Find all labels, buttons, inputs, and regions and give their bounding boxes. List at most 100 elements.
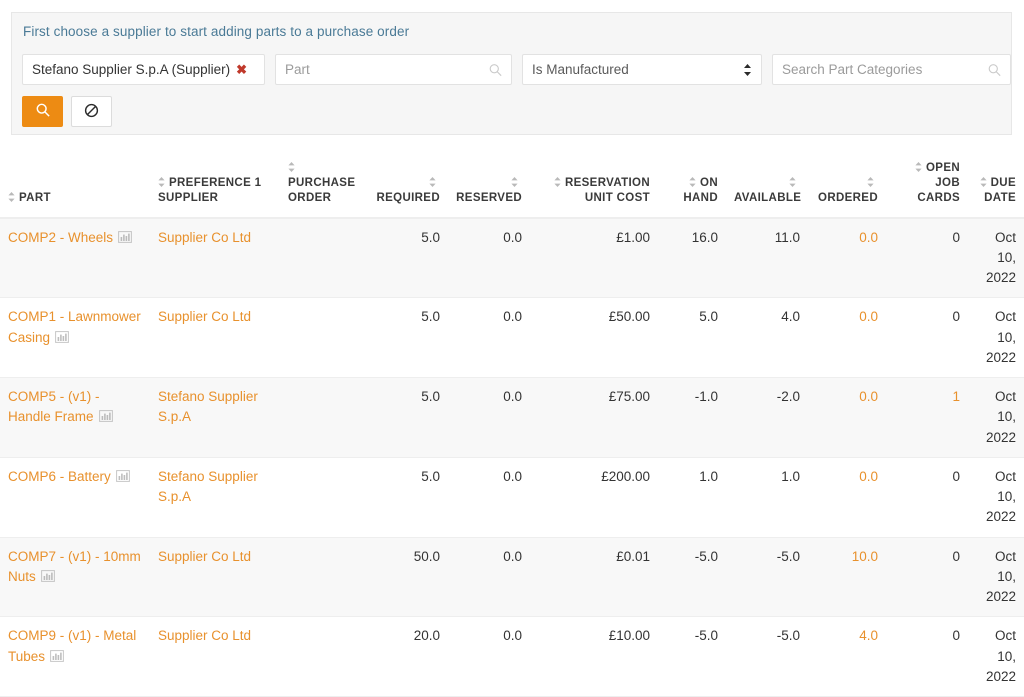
- column-header-ordered[interactable]: ORDERED: [808, 152, 886, 219]
- cell-on-hand: -1.0: [658, 377, 726, 458]
- cell-part[interactable]: COMP5 - (v1) - Handle Frame: [0, 377, 150, 458]
- cell-ordered[interactable]: 0.0: [808, 457, 886, 538]
- column-header-reservation-unit-cost[interactable]: RESERVATION UNIT COST: [530, 152, 658, 219]
- cell-preference-1-supplier[interactable]: Stefano Supplier S.p.A: [150, 457, 280, 538]
- column-header-reserved[interactable]: RESERVED: [448, 152, 530, 219]
- cell-preference-1-supplier[interactable]: Stefano Supplier S.p.A: [150, 377, 280, 458]
- cell-due-date: Oct 10, 2022: [968, 616, 1024, 697]
- cell-preference-1-supplier[interactable]: Supplier Co Ltd: [150, 537, 280, 618]
- part-input-placeholder: Part: [285, 62, 310, 77]
- chart-bar-icon[interactable]: [40, 568, 55, 582]
- part-link[interactable]: COMP7 - (v1) - 10mm Nuts: [8, 549, 141, 584]
- part-categories-search-input[interactable]: Search Part Categories: [772, 54, 1011, 85]
- column-header-preference-1-supplier[interactable]: PREFERENCE 1 SUPPLIER: [150, 152, 280, 219]
- is-manufactured-select[interactable]: Is Manufactured: [522, 54, 762, 85]
- part-link[interactable]: COMP1 - Lawnmower Casing: [8, 309, 141, 344]
- part-search-input[interactable]: Part: [275, 54, 512, 85]
- cell-part[interactable]: COMP2 - Wheels: [0, 217, 150, 299]
- part-link[interactable]: COMP6 - Battery: [8, 469, 111, 484]
- supplier-link[interactable]: Supplier Co Ltd: [158, 230, 251, 245]
- column-header-part[interactable]: PART: [0, 152, 150, 219]
- cell-purchase-order: [280, 217, 358, 299]
- supplier-link[interactable]: Stefano Supplier S.p.A: [158, 389, 258, 424]
- cell-open-job-cards[interactable]: 1: [886, 377, 968, 458]
- cell-open-job-cards[interactable]: 0: [886, 457, 968, 538]
- supplier-link[interactable]: Supplier Co Ltd: [158, 549, 251, 564]
- sort-icon: [288, 162, 295, 172]
- cell-preference-1-supplier[interactable]: Supplier Co Ltd: [150, 217, 280, 299]
- parts-table-container: PART PREFERENCE 1 SUPPLIER PURCHASE ORDE…: [0, 152, 1024, 697]
- column-header-available[interactable]: AVAILABLE: [726, 152, 808, 219]
- table-row[interactable]: COMP2 - Wheels Supplier Co Ltd 5.0 0.0 £1.00…: [0, 217, 1024, 299]
- cell-ordered[interactable]: 0.0: [808, 377, 886, 458]
- filter-hint-text: First choose a supplier to start adding …: [23, 24, 410, 39]
- cell-purchase-order: [280, 457, 358, 538]
- clear-filters-button[interactable]: [71, 96, 112, 127]
- column-header-purchase-order[interactable]: PURCHASE ORDER: [280, 152, 358, 219]
- cell-on-hand: 16.0: [658, 217, 726, 299]
- table-body: COMP2 - Wheels Supplier Co Ltd 5.0 0.0 £1.00…: [0, 217, 1024, 697]
- supplier-filter-field[interactable]: Stefano Supplier S.p.A (Supplier) ✖: [22, 54, 265, 85]
- cell-available: -2.0: [726, 377, 808, 458]
- cell-on-hand: -5.0: [658, 616, 726, 697]
- chart-bar-icon[interactable]: [115, 468, 130, 482]
- sort-icon: [789, 177, 796, 188]
- cell-ordered[interactable]: 10.0: [808, 537, 886, 618]
- column-header-required-label: REQUIRED: [376, 192, 440, 205]
- sort-icon: [867, 177, 874, 188]
- cell-reservation-unit-cost: £200.00: [530, 457, 658, 538]
- supplier-link[interactable]: Stefano Supplier S.p.A: [158, 469, 258, 504]
- chart-bar-icon[interactable]: [55, 329, 69, 343]
- column-header-preference-1-supplier-label: PREFERENCE 1 SUPPLIER: [158, 177, 262, 205]
- cell-available: 4.0: [726, 297, 808, 379]
- filter-fields-row: Stefano Supplier S.p.A (Supplier) ✖ Part…: [22, 54, 1011, 85]
- column-header-required[interactable]: REQUIRED: [358, 152, 448, 219]
- table-row[interactable]: COMP7 - (v1) - 10mm Nuts Supplier Co Ltd 5…: [0, 537, 1024, 618]
- cell-ordered[interactable]: 0.0: [808, 217, 886, 299]
- cell-open-job-cards[interactable]: 0: [886, 297, 968, 379]
- cell-ordered[interactable]: 0.0: [808, 297, 886, 379]
- column-header-on-hand[interactable]: ON HAND: [658, 152, 726, 219]
- cell-preference-1-supplier[interactable]: Supplier Co Ltd: [150, 297, 280, 379]
- cell-due-date: Oct 10, 2022: [968, 537, 1024, 618]
- cell-part[interactable]: COMP6 - Battery: [0, 457, 150, 538]
- table-row[interactable]: COMP1 - Lawnmower Casing Supplier Co Ltd 5…: [0, 297, 1024, 379]
- cell-part[interactable]: COMP7 - (v1) - 10mm Nuts: [0, 537, 150, 618]
- close-icon[interactable]: ✖: [236, 63, 247, 76]
- search-button[interactable]: [22, 96, 63, 127]
- column-header-ordered-label: ORDERED: [818, 192, 878, 205]
- cell-open-job-cards[interactable]: 0: [886, 537, 968, 618]
- search-icon: [36, 103, 50, 120]
- table-row[interactable]: COMP6 - Battery Stefano Supplier S.p.A 5.0…: [0, 457, 1024, 538]
- cell-open-job-cards[interactable]: 0: [886, 616, 968, 697]
- chart-bar-icon[interactable]: [50, 648, 64, 662]
- supplier-link[interactable]: Supplier Co Ltd: [158, 628, 251, 643]
- cell-purchase-order: [280, 377, 358, 458]
- cell-preference-1-supplier[interactable]: Supplier Co Ltd: [150, 616, 280, 697]
- chart-bar-icon[interactable]: [98, 408, 113, 423]
- cell-reserved: 0.0: [448, 616, 530, 697]
- cell-reserved: 0.0: [448, 377, 530, 458]
- table-row[interactable]: COMP9 - (v1) - Metal Tubes Supplier Co Lt…: [0, 616, 1024, 697]
- cell-available: 1.0: [726, 457, 808, 538]
- cell-open-job-cards[interactable]: 0: [886, 217, 968, 299]
- part-link[interactable]: COMP5 - (v1) - Handle Frame: [8, 389, 100, 424]
- cell-ordered[interactable]: 4.0: [808, 616, 886, 697]
- sort-icon: [511, 177, 518, 188]
- column-header-due-date[interactable]: DUE DATE: [968, 152, 1024, 219]
- cell-part[interactable]: COMP1 - Lawnmower Casing: [0, 297, 150, 379]
- column-header-open-job-cards[interactable]: OPEN JOB CARDS: [886, 152, 968, 219]
- cell-required: 50.0: [358, 537, 448, 618]
- parts-table: PART PREFERENCE 1 SUPPLIER PURCHASE ORDE…: [0, 152, 1024, 697]
- table-row[interactable]: COMP5 - (v1) - Handle Frame Stefano Suppl…: [0, 377, 1024, 458]
- filter-actions-row: [22, 96, 112, 127]
- part-link[interactable]: COMP9 - (v1) - Metal Tubes: [8, 628, 136, 663]
- cell-part[interactable]: COMP9 - (v1) - Metal Tubes: [0, 616, 150, 697]
- supplier-link[interactable]: Supplier Co Ltd: [158, 309, 251, 324]
- chart-bar-icon[interactable]: [118, 229, 132, 243]
- part-link[interactable]: COMP2 - Wheels: [8, 230, 113, 245]
- column-header-due-date-label: DUE DATE: [984, 177, 1016, 205]
- search-icon: [988, 63, 1001, 76]
- cell-reservation-unit-cost: £50.00: [530, 297, 658, 379]
- cell-required: 5.0: [358, 377, 448, 458]
